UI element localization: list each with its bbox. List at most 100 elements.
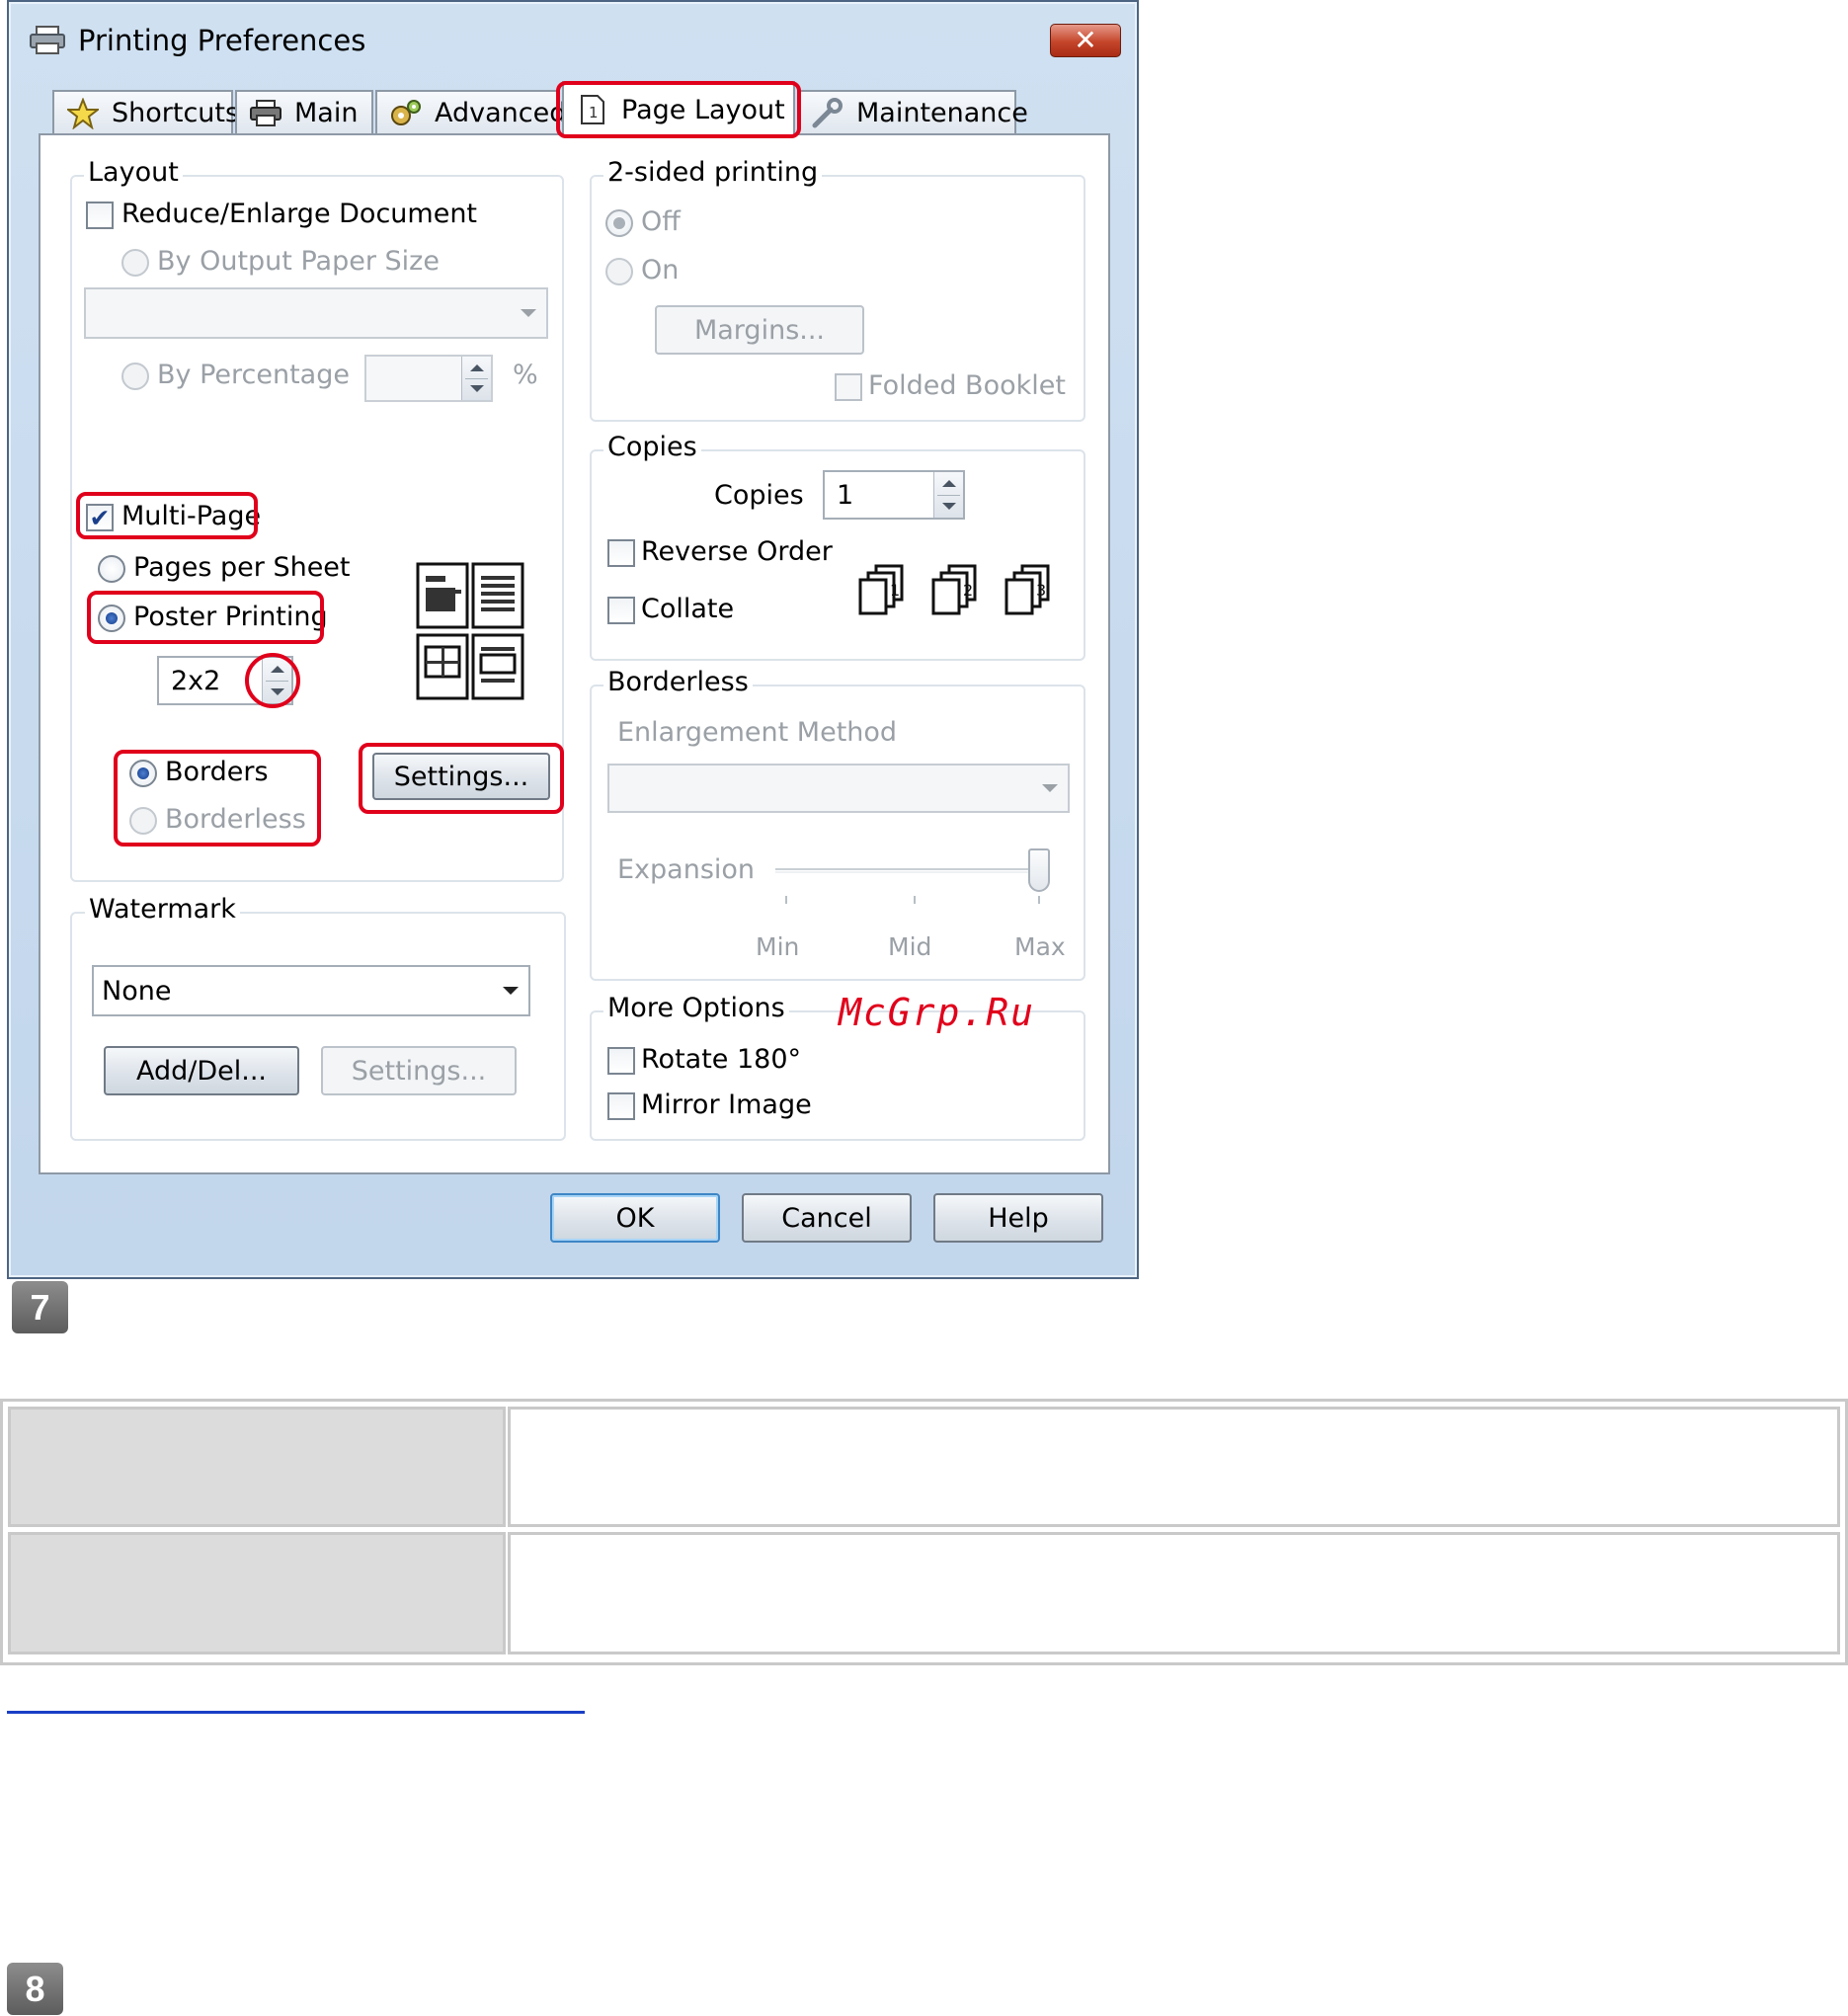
- table-cell: [8, 1407, 506, 1527]
- two-sided-group-title: 2-sided printing: [603, 157, 823, 188]
- percent-unit: %: [513, 360, 538, 390]
- poster-size-value: 2x2: [171, 665, 221, 696]
- copy-stack-1-label: 1: [890, 581, 900, 600]
- window-title: Printing Preferences: [78, 24, 366, 57]
- printer-icon: [29, 26, 66, 55]
- close-icon: ✕: [1074, 24, 1097, 56]
- table-cell: [508, 1532, 1840, 1654]
- page-layout-panel: Layout Reduce/Enlarge Document By Output…: [39, 133, 1110, 1174]
- reduce-enlarge-label: Reduce/Enlarge Document: [121, 199, 478, 229]
- watermark-select[interactable]: None: [92, 965, 530, 1016]
- by-percentage-label: By Percentage: [157, 360, 350, 390]
- tab-advanced[interactable]: Advanced: [375, 90, 566, 134]
- watermark-settings-button[interactable]: Settings...: [321, 1046, 517, 1095]
- reduce-enlarge-checkbox[interactable]: [86, 202, 114, 229]
- percentage-input[interactable]: [364, 355, 493, 402]
- pages-per-sheet-radio[interactable]: [98, 555, 125, 583]
- borderless-group-title: Borderless: [603, 667, 753, 697]
- tab-main[interactable]: Main: [235, 90, 373, 134]
- title-bar[interactable]: Printing Preferences ✕: [9, 2, 1137, 79]
- slider-tick: [1038, 896, 1040, 904]
- cancel-button[interactable]: Cancel: [742, 1193, 912, 1243]
- layout-group-title: Layout: [84, 157, 183, 188]
- copy-stack-2-label: 2: [963, 581, 973, 600]
- enlargement-method-select[interactable]: [607, 764, 1070, 813]
- copy-stack-3-label: 3: [1036, 581, 1046, 600]
- table-cell: [508, 1407, 1840, 1527]
- copies-input[interactable]: 1: [823, 470, 965, 520]
- reverse-order-checkbox[interactable]: [607, 539, 635, 567]
- ok-button[interactable]: OK: [550, 1193, 720, 1243]
- wrench-icon: [811, 97, 844, 129]
- by-percentage-radio[interactable]: [121, 363, 149, 390]
- copies-label: Copies: [714, 480, 804, 511]
- spin-up-icon: [470, 364, 484, 371]
- watermark-group: [70, 912, 566, 1141]
- multi-page-highlight: [76, 492, 258, 539]
- borders-highlight: [114, 750, 321, 847]
- pages-per-sheet-label: Pages per Sheet: [133, 552, 351, 583]
- two-sided-off-label: Off: [641, 206, 681, 237]
- by-output-paper-size-label: By Output Paper Size: [157, 246, 440, 277]
- slider-tick: [914, 896, 916, 904]
- tick-label-max: Max: [1014, 932, 1066, 961]
- percentage-spinner[interactable]: [461, 357, 491, 400]
- copies-group-title: Copies: [603, 432, 701, 462]
- gears-icon: [389, 98, 423, 129]
- mirror-image-label: Mirror Image: [641, 1089, 812, 1120]
- tab-maintenance[interactable]: Maintenance: [797, 90, 1028, 134]
- poster-printing-highlight: [87, 591, 324, 644]
- folded-booklet-label: Folded Booklet: [868, 370, 1066, 401]
- table-cell: [8, 1532, 506, 1654]
- spin-down-icon: [942, 503, 956, 510]
- copy-stack-3-icon: 3: [1003, 562, 1062, 617]
- spin-down-icon: [470, 385, 484, 392]
- link-underline[interactable]: [7, 1711, 585, 1714]
- reverse-order-label: Reverse Order: [641, 536, 833, 567]
- help-button[interactable]: Help: [933, 1193, 1103, 1243]
- chevron-down-icon: [1042, 784, 1058, 792]
- tick-label-mid: Mid: [888, 932, 932, 961]
- step-8-badge: 8: [7, 1963, 63, 2015]
- expansion-label: Expansion: [617, 854, 756, 885]
- poster-preview-icon: [412, 560, 528, 704]
- spin-up-icon: [942, 480, 956, 487]
- two-sided-on-radio[interactable]: [605, 258, 633, 285]
- two-sided-on-label: On: [641, 255, 680, 285]
- collate-label: Collate: [641, 594, 735, 624]
- mirror-image-checkbox[interactable]: [607, 1092, 635, 1120]
- chevron-down-icon: [503, 987, 519, 995]
- by-output-paper-size-radio[interactable]: [121, 249, 149, 277]
- rotate-180-label: Rotate 180°: [641, 1044, 802, 1075]
- slider-tick: [785, 896, 787, 904]
- close-button[interactable]: ✕: [1050, 24, 1121, 57]
- tab-label: Maintenance: [856, 98, 1028, 128]
- two-sided-off-radio[interactable]: [605, 209, 633, 237]
- copy-stack-1-icon: 1: [856, 562, 916, 617]
- step-7-badge: 7: [12, 1281, 68, 1333]
- star-icon: [66, 97, 100, 129]
- tick-label-min: Min: [756, 932, 800, 961]
- poster-spinner-highlight: [245, 653, 300, 708]
- chevron-down-icon: [521, 309, 536, 317]
- folded-booklet-checkbox[interactable]: [835, 373, 862, 401]
- copies-spinner[interactable]: [933, 472, 963, 518]
- settings-button-highlight: [359, 743, 564, 814]
- copies-value: 1: [837, 479, 854, 511]
- expansion-slider-track[interactable]: [775, 868, 1046, 873]
- tab-shortcuts[interactable]: Shortcuts: [52, 90, 239, 134]
- info-table: [0, 1399, 1848, 1665]
- tab-label: Main: [294, 98, 359, 128]
- rotate-180-checkbox[interactable]: [607, 1047, 635, 1075]
- site-watermark: McGrp.Ru: [839, 991, 1036, 1034]
- expansion-slider-thumb[interactable]: [1028, 848, 1050, 892]
- margins-button[interactable]: Margins...: [655, 305, 864, 355]
- tab-label: Advanced: [435, 98, 567, 128]
- add-del-button[interactable]: Add/Del...: [104, 1046, 299, 1095]
- paper-size-select[interactable]: [84, 287, 548, 339]
- watermark-value: None: [102, 975, 172, 1007]
- collate-checkbox[interactable]: [607, 597, 635, 624]
- printing-preferences-dialog: Printing Preferences ✕ Shortcuts Main Ad…: [7, 0, 1139, 1279]
- printer-icon: [249, 98, 282, 129]
- tab-label: Shortcuts: [112, 98, 240, 128]
